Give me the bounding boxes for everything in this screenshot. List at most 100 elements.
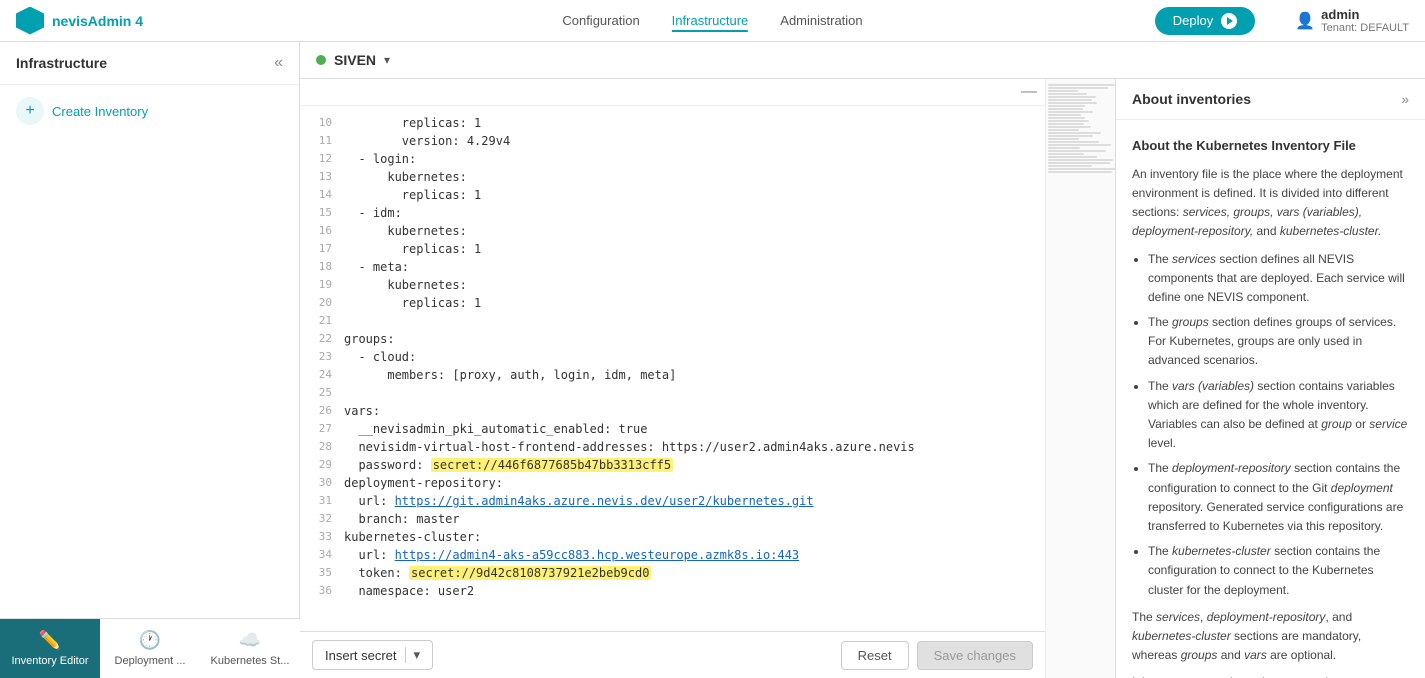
- code-line-35[interactable]: 35 token: secret://9d42c8108737921e2beb9…: [300, 564, 1045, 582]
- line-content-14: replicas: 1: [344, 186, 481, 204]
- right-panel-bullets: The services section defines all NEVIS c…: [1148, 250, 1409, 600]
- code-line-34[interactable]: 34 url: https://admin4-aks-a59cc883.hcp.…: [300, 546, 1045, 564]
- line-number-28: 28: [300, 438, 344, 456]
- code-line-24[interactable]: 24 members: [proxy, auth, login, idm, me…: [300, 366, 1045, 384]
- insert-secret-dropdown-icon[interactable]: ▾: [405, 647, 421, 663]
- minimap-line: [1048, 84, 1115, 86]
- code-line-13[interactable]: 13 kubernetes:: [300, 168, 1045, 186]
- line-number-24: 24: [300, 366, 344, 384]
- minimap-line: [1048, 114, 1081, 116]
- code-line-21[interactable]: 21: [300, 312, 1045, 330]
- code-line-30[interactable]: 30deployment-repository:: [300, 474, 1045, 492]
- minimap-line: [1048, 165, 1092, 167]
- sidebar-collapse-button[interactable]: «: [274, 54, 283, 72]
- bullet-kubernetes-cluster: The kubernetes-cluster section contains …: [1148, 542, 1409, 600]
- inventory-dropdown-icon[interactable]: ▾: [384, 53, 390, 67]
- code-line-12[interactable]: 12 - login:: [300, 150, 1045, 168]
- code-line-18[interactable]: 18 - meta:: [300, 258, 1045, 276]
- link-31[interactable]: https://git.admin4aks.azure.nevis.dev/us…: [395, 494, 814, 508]
- minimap-line: [1048, 90, 1078, 92]
- nav-links: Configuration Infrastructure Administrat…: [562, 9, 862, 32]
- line-content-32: branch: master: [344, 510, 460, 528]
- minimap-content: [1046, 79, 1115, 178]
- bullet-services: The services section defines all NEVIS c…: [1148, 250, 1409, 308]
- code-line-20[interactable]: 20 replicas: 1: [300, 294, 1045, 312]
- minimap-line: [1048, 129, 1079, 131]
- tab-kubernetes-status[interactable]: ☁️ Kubernetes St...: [200, 619, 300, 678]
- code-line-25[interactable]: 25: [300, 384, 1045, 402]
- line-number-10: 10: [300, 114, 344, 132]
- code-line-28[interactable]: 28 nevisidm-virtual-host-frontend-addres…: [300, 438, 1045, 456]
- insert-secret-label: Insert secret: [325, 648, 397, 663]
- code-line-23[interactable]: 23 - cloud:: [300, 348, 1045, 366]
- minimap-line: [1048, 117, 1085, 119]
- save-button[interactable]: Save changes: [917, 641, 1033, 670]
- line-content-17: replicas: 1: [344, 240, 481, 258]
- code-line-29[interactable]: 29 password: secret://446f6877685b47bb33…: [300, 456, 1045, 474]
- editor-close-button[interactable]: —: [1021, 83, 1037, 101]
- content-area: SIVEN ▾ — 10 replicas: 111 version: 4.29…: [300, 42, 1425, 678]
- right-panel-content: About the Kubernetes Inventory File An i…: [1116, 120, 1425, 678]
- line-content-33: kubernetes-cluster:: [344, 528, 481, 546]
- line-content-12: - login:: [344, 150, 416, 168]
- minimap-line: [1048, 159, 1113, 161]
- create-inventory-button[interactable]: + Create Inventory: [16, 97, 148, 125]
- line-content-11: version: 4.29v4: [344, 132, 510, 150]
- line-number-11: 11: [300, 132, 344, 150]
- line-content-26: vars:: [344, 402, 380, 420]
- code-line-27[interactable]: 27 __nevisadmin_pki_automatic_enabled: t…: [300, 420, 1045, 438]
- tab-deployment[interactable]: 🕐 Deployment ...: [100, 619, 200, 678]
- code-line-17[interactable]: 17 replicas: 1: [300, 240, 1045, 258]
- code-line-26[interactable]: 26vars:: [300, 402, 1045, 420]
- line-number-34: 34: [300, 546, 344, 564]
- line-number-21: 21: [300, 312, 344, 330]
- right-panel-header: About inventories »: [1116, 79, 1425, 120]
- code-line-16[interactable]: 16 kubernetes:: [300, 222, 1045, 240]
- code-line-31[interactable]: 31 url: https://git.admin4aks.azure.nevi…: [300, 492, 1045, 510]
- link-34[interactable]: https://admin4-aks-a59cc883.hcp.westeuro…: [395, 548, 800, 562]
- code-line-32[interactable]: 32 branch: master: [300, 510, 1045, 528]
- line-content-22: groups:: [344, 330, 395, 348]
- nav-infrastructure[interactable]: Infrastructure: [672, 9, 749, 32]
- right-panel-expand-icon[interactable]: »: [1401, 91, 1409, 107]
- code-line-15[interactable]: 15 - idm:: [300, 204, 1045, 222]
- kubernetes-label: Kubernetes St...: [211, 655, 290, 667]
- nav-configuration[interactable]: Configuration: [562, 9, 639, 32]
- secret-value-29: secret://446f6877685b47bb3313cff5: [431, 458, 673, 472]
- minimap-line: [1048, 168, 1115, 170]
- code-line-14[interactable]: 14 replicas: 1: [300, 186, 1045, 204]
- minimap-line: [1048, 156, 1097, 158]
- right-panel-heading1: About the Kubernetes Inventory File: [1132, 136, 1409, 157]
- line-number-25: 25: [300, 384, 344, 402]
- code-editor-inner[interactable]: 10 replicas: 111 version: 4.29v412 - log…: [300, 106, 1045, 631]
- line-content-34: url: https://admin4-aks-a59cc883.hcp.wes…: [344, 546, 799, 564]
- code-line-10[interactable]: 10 replicas: 1: [300, 114, 1045, 132]
- minimap-line: [1048, 171, 1112, 173]
- sidebar-header: Infrastructure «: [0, 42, 299, 85]
- line-content-24: members: [proxy, auth, login, idm, meta]: [344, 366, 676, 384]
- right-panel: About inventories » About the Kubernetes…: [1115, 79, 1425, 678]
- line-content-27: __nevisadmin_pki_automatic_enabled: true: [344, 420, 647, 438]
- insert-secret-button[interactable]: Insert secret ▾: [312, 640, 433, 670]
- bullet-vars: The vars (variables) section contains va…: [1148, 377, 1409, 454]
- code-line-36[interactable]: 36 namespace: user2: [300, 582, 1045, 600]
- reset-button[interactable]: Reset: [841, 641, 909, 670]
- line-number-31: 31: [300, 492, 344, 510]
- line-number-27: 27: [300, 420, 344, 438]
- user-details: admin Tenant: DEFAULT: [1321, 7, 1409, 34]
- code-line-22[interactable]: 22groups:: [300, 330, 1045, 348]
- nav-administration[interactable]: Administration: [780, 9, 862, 32]
- line-number-17: 17: [300, 240, 344, 258]
- code-line-33[interactable]: 33kubernetes-cluster:: [300, 528, 1045, 546]
- line-number-29: 29: [300, 456, 344, 474]
- line-content-15: - idm:: [344, 204, 402, 222]
- minimap-line: [1048, 108, 1083, 110]
- deploy-button[interactable]: Deploy: [1155, 7, 1255, 35]
- code-line-19[interactable]: 19 kubernetes:: [300, 276, 1045, 294]
- inventory-status-dot: [316, 55, 326, 65]
- code-line-11[interactable]: 11 version: 4.29v4: [300, 132, 1045, 150]
- user-tenant: Tenant: DEFAULT: [1321, 22, 1409, 34]
- minimap-line: [1048, 153, 1084, 155]
- line-number-30: 30: [300, 474, 344, 492]
- tab-inventory-editor[interactable]: ✏️ Inventory Editor: [0, 619, 100, 678]
